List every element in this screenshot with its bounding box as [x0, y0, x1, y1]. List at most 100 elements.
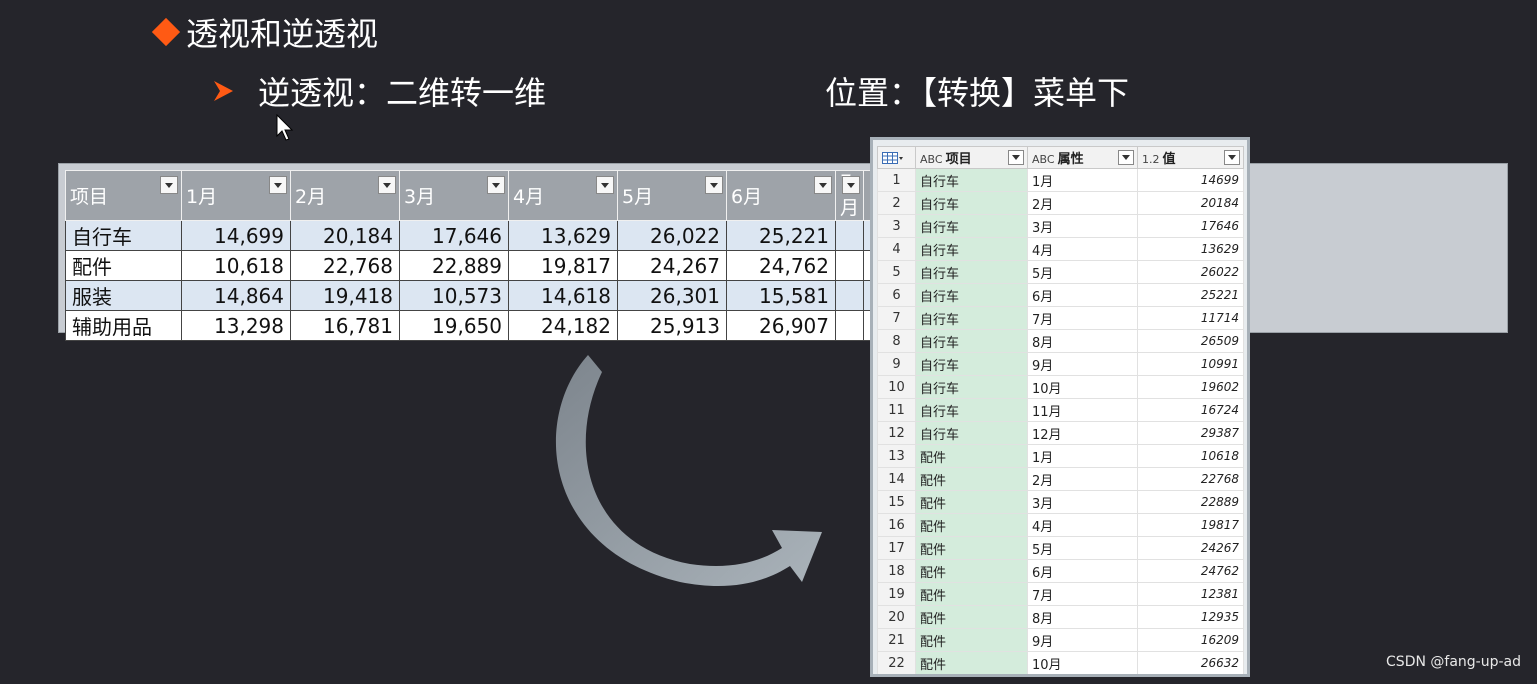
value-cell[interactable]: 12381 — [1137, 582, 1244, 606]
table-cell[interactable]: 24,267 — [617, 250, 727, 281]
filter-dropdown-icon[interactable] — [487, 176, 505, 194]
table-cell[interactable]: 10,573 — [399, 280, 509, 311]
row-item-name[interactable]: 配件 — [65, 250, 182, 281]
wide-column-header[interactable]: 1月 — [181, 170, 291, 221]
item-cell[interactable]: 配件 — [915, 559, 1028, 583]
table-cell[interactable]: 14,699 — [181, 220, 291, 251]
wide-column-header[interactable]: 2月 — [290, 170, 400, 221]
value-cell[interactable]: 13629 — [1137, 237, 1244, 261]
item-cell[interactable]: 配件 — [915, 490, 1028, 514]
filter-dropdown-icon[interactable] — [1008, 150, 1024, 165]
table-cell[interactable] — [835, 250, 864, 281]
table-cell[interactable]: 19,418 — [290, 280, 400, 311]
value-cell[interactable]: 19602 — [1137, 375, 1244, 399]
wide-column-header[interactable]: 7月 — [835, 170, 864, 221]
item-cell[interactable]: 自行车 — [915, 375, 1028, 399]
filter-dropdown-icon[interactable] — [1224, 150, 1240, 165]
table-cell[interactable] — [835, 280, 864, 311]
attribute-cell[interactable]: 11月 — [1027, 398, 1138, 422]
table-cell[interactable]: 26,907 — [726, 310, 836, 341]
value-cell[interactable]: 12935 — [1137, 605, 1244, 629]
table-cell[interactable]: 13,629 — [508, 220, 618, 251]
wide-column-header[interactable]: 4月 — [508, 170, 618, 221]
attribute-cell[interactable]: 2月 — [1027, 191, 1138, 215]
attribute-cell[interactable]: 10月 — [1027, 375, 1138, 399]
item-cell[interactable]: 自行车 — [915, 214, 1028, 238]
table-cell[interactable]: 26,022 — [617, 220, 727, 251]
table-cell[interactable]: 22,768 — [290, 250, 400, 281]
item-cell[interactable]: 配件 — [915, 582, 1028, 606]
wide-column-header[interactable]: 3月 — [399, 170, 509, 221]
item-cell[interactable]: 配件 — [915, 536, 1028, 560]
attribute-cell[interactable]: 10月 — [1027, 651, 1138, 674]
item-cell[interactable]: 自行车 — [915, 421, 1028, 445]
value-cell[interactable]: 26632 — [1137, 651, 1244, 674]
value-cell[interactable]: 10991 — [1137, 352, 1244, 376]
value-cell[interactable]: 20184 — [1137, 191, 1244, 215]
attribute-cell[interactable]: 8月 — [1027, 329, 1138, 353]
value-cell[interactable]: 25221 — [1137, 283, 1244, 307]
value-cell[interactable]: 29387 — [1137, 421, 1244, 445]
value-cell[interactable]: 24762 — [1137, 559, 1244, 583]
row-item-name[interactable]: 自行车 — [65, 220, 182, 251]
table-cell[interactable]: 24,762 — [726, 250, 836, 281]
attribute-cell[interactable]: 1月 — [1027, 444, 1138, 468]
attribute-cell[interactable]: 12月 — [1027, 421, 1138, 445]
table-cell[interactable] — [835, 310, 864, 341]
table-cell[interactable]: 10,618 — [181, 250, 291, 281]
attribute-cell[interactable]: 7月 — [1027, 306, 1138, 330]
item-cell[interactable]: 自行车 — [915, 329, 1028, 353]
item-cell[interactable]: 配件 — [915, 513, 1028, 537]
value-cell[interactable]: 16724 — [1137, 398, 1244, 422]
item-cell[interactable]: 配件 — [915, 444, 1028, 468]
table-cell[interactable]: 15,581 — [726, 280, 836, 311]
value-cell[interactable]: 26509 — [1137, 329, 1244, 353]
item-cell[interactable]: 自行车 — [915, 237, 1028, 261]
attribute-cell[interactable]: 5月 — [1027, 260, 1138, 284]
table-cell[interactable] — [835, 220, 864, 251]
table-cell[interactable]: 14,864 — [181, 280, 291, 311]
value-cell[interactable]: 19817 — [1137, 513, 1244, 537]
item-cell[interactable]: 配件 — [915, 651, 1028, 674]
table-cell[interactable]: 17,646 — [399, 220, 509, 251]
filter-dropdown-icon[interactable] — [814, 176, 832, 194]
attribute-cell[interactable]: 1月 — [1027, 168, 1138, 192]
item-cell[interactable]: 配件 — [915, 628, 1028, 652]
value-cell[interactable]: 22768 — [1137, 467, 1244, 491]
value-cell[interactable]: 14699 — [1137, 168, 1244, 192]
item-cell[interactable]: 配件 — [915, 605, 1028, 629]
table-cell[interactable]: 25,221 — [726, 220, 836, 251]
item-cell[interactable]: 自行车 — [915, 168, 1028, 192]
attribute-cell[interactable]: 9月 — [1027, 628, 1138, 652]
filter-dropdown-icon[interactable] — [842, 176, 860, 194]
value-cell[interactable]: 11714 — [1137, 306, 1244, 330]
attribute-cell[interactable]: 5月 — [1027, 536, 1138, 560]
item-cell[interactable]: 配件 — [915, 467, 1028, 491]
wide-column-header[interactable]: 6月 — [726, 170, 836, 221]
attribute-cell[interactable]: 9月 — [1027, 352, 1138, 376]
table-cell[interactable]: 26,301 — [617, 280, 727, 311]
row-item-name[interactable]: 服装 — [65, 280, 182, 311]
filter-dropdown-icon[interactable] — [269, 176, 287, 194]
wide-column-header[interactable]: 5月 — [617, 170, 727, 221]
filter-dropdown-icon[interactable] — [378, 176, 396, 194]
attribute-cell[interactable]: 6月 — [1027, 283, 1138, 307]
attribute-cell[interactable]: 6月 — [1027, 559, 1138, 583]
table-cell[interactable]: 22,889 — [399, 250, 509, 281]
item-cell[interactable]: 自行车 — [915, 352, 1028, 376]
table-cell[interactable]: 19,650 — [399, 310, 509, 341]
value-cell[interactable]: 17646 — [1137, 214, 1244, 238]
row-item-name[interactable]: 辅助用品 — [65, 310, 182, 341]
table-cell[interactable]: 20,184 — [290, 220, 400, 251]
column-header-value[interactable]: 1.2 值 — [1137, 146, 1244, 169]
attribute-cell[interactable]: 7月 — [1027, 582, 1138, 606]
item-cell[interactable]: 自行车 — [915, 398, 1028, 422]
item-cell[interactable]: 自行车 — [915, 260, 1028, 284]
attribute-cell[interactable]: 8月 — [1027, 605, 1138, 629]
attribute-cell[interactable]: 3月 — [1027, 490, 1138, 514]
table-menu-button[interactable] — [877, 146, 916, 169]
filter-dropdown-icon[interactable] — [1118, 150, 1134, 165]
table-cell[interactable]: 19,817 — [508, 250, 618, 281]
filter-dropdown-icon[interactable] — [596, 176, 614, 194]
column-header-item[interactable]: ABC 项目 — [915, 146, 1028, 169]
